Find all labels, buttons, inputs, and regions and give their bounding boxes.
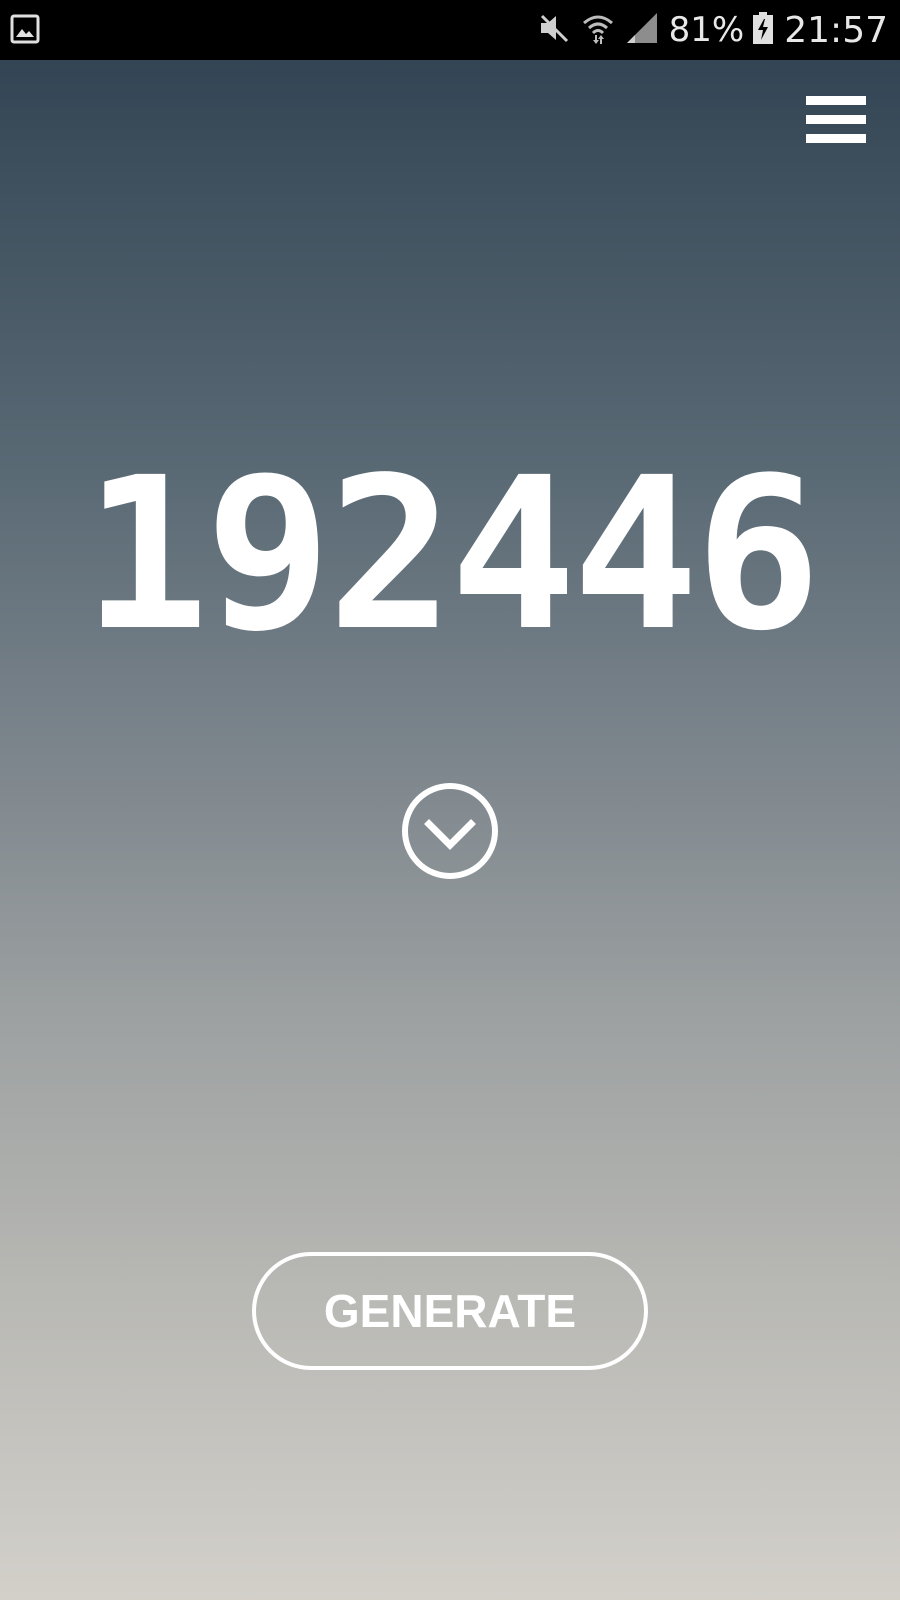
generated-code: 192446: [82, 432, 822, 677]
mute-icon: [537, 11, 571, 49]
phone-screen: 81% 21:57 192446 GENERATE: [0, 0, 900, 1600]
signal-icon: [625, 11, 659, 49]
status-icons: 81% 21:57: [537, 0, 888, 60]
chevron-down-circle-icon[interactable]: [399, 780, 501, 882]
hamburger-menu-icon[interactable]: [800, 96, 866, 150]
generate-button[interactable]: GENERATE: [252, 1252, 648, 1370]
battery-charging-icon: [752, 11, 774, 49]
app-main: 192446 GENERATE: [0, 60, 900, 1600]
status-bar: 81% 21:57: [0, 0, 900, 60]
battery-percent: 81%: [668, 10, 745, 50]
wifi-icon: [581, 11, 615, 49]
status-clock: 21:57: [784, 9, 888, 51]
gallery-notification-icon: [10, 14, 40, 44]
